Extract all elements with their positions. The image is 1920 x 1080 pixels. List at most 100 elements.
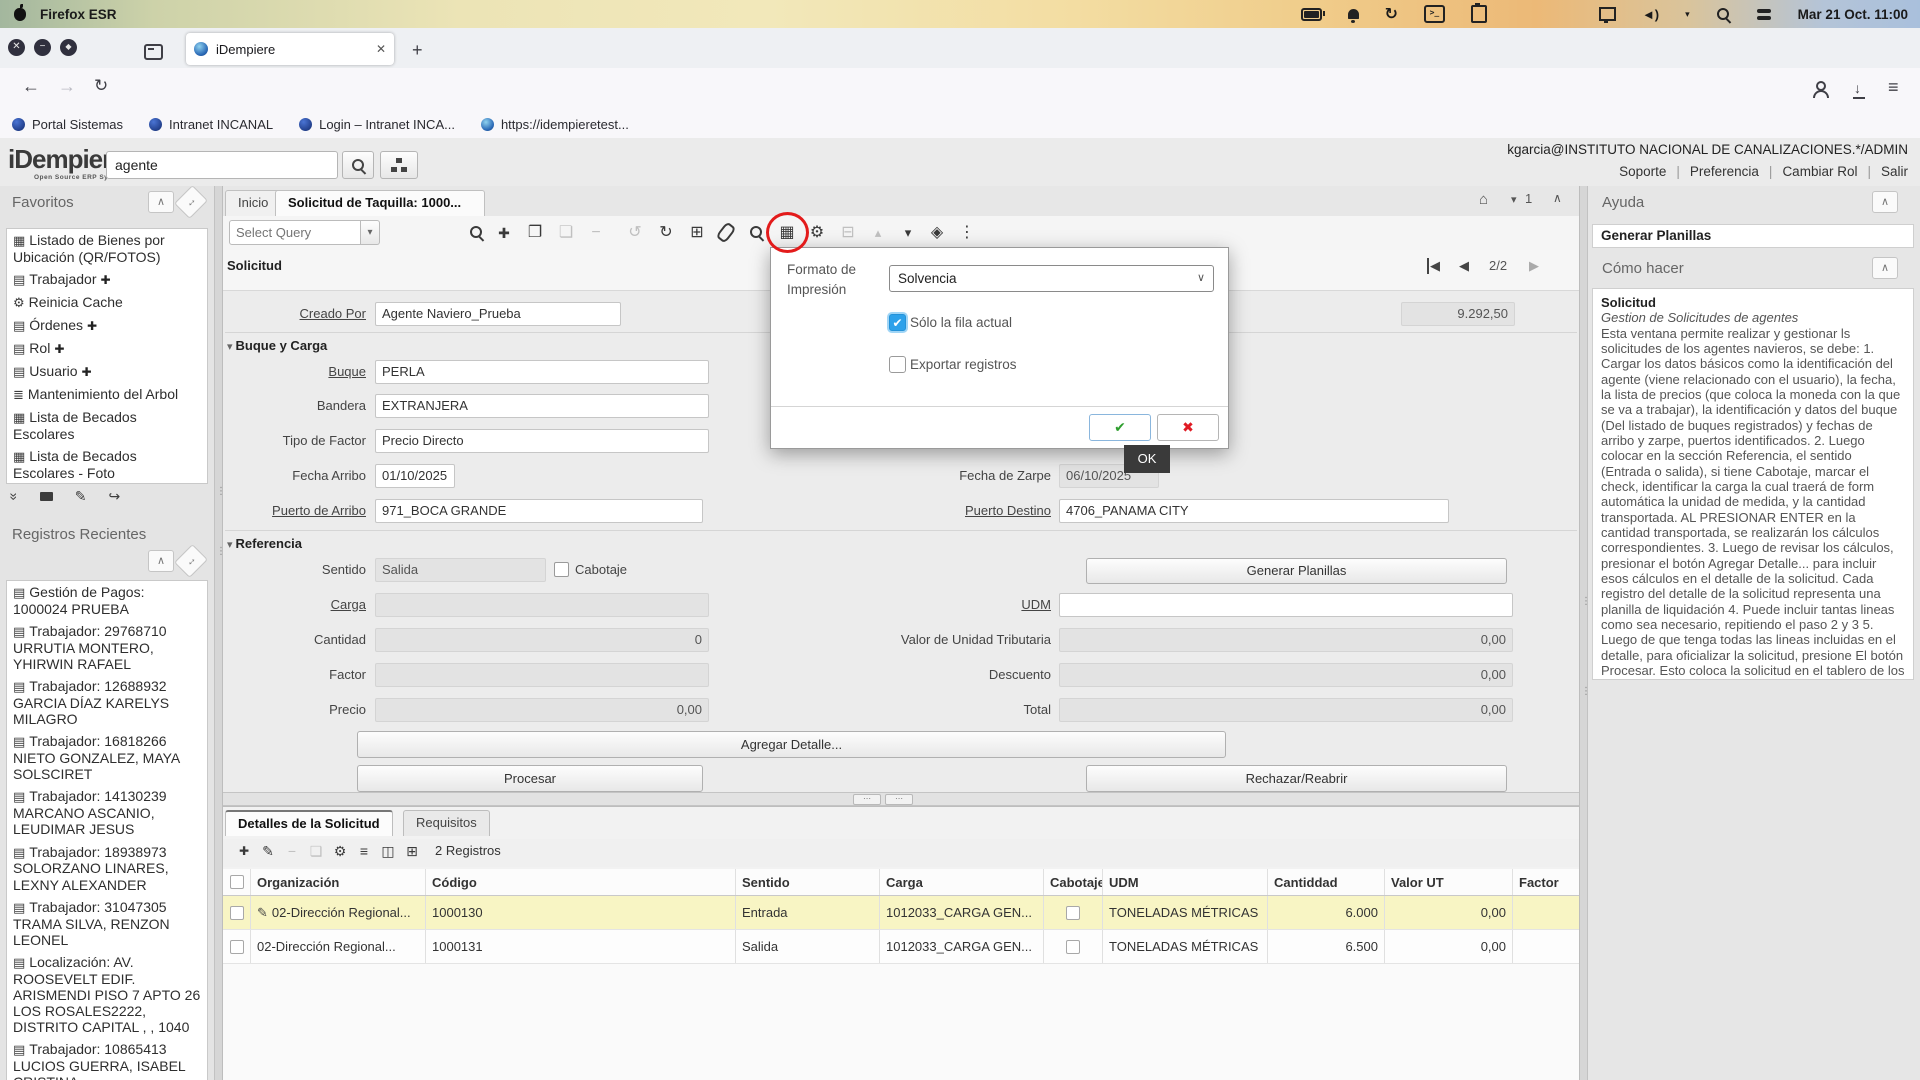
puerto-de-arribo-field[interactable]: 971_BOCA GRANDE (375, 499, 703, 523)
search-button[interactable] (342, 151, 374, 179)
battery-icon[interactable] (1301, 8, 1322, 21)
window-minimize-button[interactable]: − (34, 39, 51, 56)
previous-record-icon[interactable]: ◀ (1459, 258, 1469, 274)
next-record-icon[interactable]: ▶ (1529, 258, 1539, 274)
menu-tree-button[interactable] (380, 151, 418, 179)
add-favorite-icon[interactable]: ✚ (82, 365, 92, 379)
col-udm[interactable]: UDM (1103, 869, 1268, 895)
recent-record-item[interactable]: ▤Trabajador: 16818266 NIETO GONZALEZ, MA… (7, 730, 207, 785)
right-splitter[interactable]: ⋮ ⋮ (1580, 186, 1588, 1080)
table-row[interactable]: 02-Dirección Regional... 1000131 Salida … (223, 930, 1579, 964)
detail-record-icon[interactable]: ▾ (895, 220, 921, 246)
parent-record-icon[interactable]: ▴ (865, 220, 891, 246)
bookmark-item[interactable]: Intranet INCANAL (149, 117, 273, 132)
splitter-handle[interactable]: ⋯ (853, 794, 881, 805)
rechazar-reabrir-button[interactable]: Rechazar/Reabrir (1086, 765, 1507, 792)
ok-button[interactable]: ✔ (1089, 414, 1151, 441)
find-record-icon[interactable] (463, 220, 489, 246)
save-record-icon[interactable]: ❏ (553, 220, 579, 246)
menu-cambiar-rol[interactable]: Cambiar Rol (1782, 164, 1857, 179)
browser-tab[interactable]: iDempiere ✕ (186, 33, 394, 65)
back-button[interactable]: ← (22, 76, 40, 97)
procesar-button[interactable]: Procesar (357, 765, 703, 792)
col-sentido[interactable]: Sentido (736, 869, 880, 895)
reload-button[interactable]: ↻ (94, 76, 108, 96)
buque-label[interactable]: Buque (161, 360, 366, 384)
carga-label[interactable]: Carga (161, 593, 366, 617)
tab-detalles-de-la-solicitud[interactable]: Detalles de la Solicitud (225, 810, 393, 836)
recent-record-item[interactable]: ▤Trabajador: 14130239 MARCANO ASCANIO, L… (7, 785, 207, 840)
recent-record-item[interactable]: ▤Trabajador: 10865413 LUCIOS GUERRA, ISA… (7, 1038, 207, 1080)
col-cabotaje[interactable]: Cabotaje (1044, 869, 1103, 895)
delete-row-icon[interactable]: − (281, 839, 303, 863)
creado-por-field[interactable]: Agente Naviero_Prueba (375, 302, 621, 326)
section-buque-y-carga[interactable]: ▾Buque y Carga (227, 338, 327, 353)
share-icon[interactable]: ↪ (109, 488, 121, 505)
col-valor-ut[interactable]: Valor UT (1385, 869, 1513, 895)
first-record-icon[interactable]: ◀ (1427, 258, 1440, 274)
col-organizacion[interactable]: Organización (251, 869, 426, 895)
collapse-header-icon[interactable]: ∧ (1553, 191, 1562, 205)
tab-inicio[interactable]: Inicio (225, 190, 281, 216)
add-favorite-icon[interactable]: ✚ (87, 319, 97, 333)
select-all-checkbox[interactable] (230, 875, 244, 889)
attachment-icon[interactable] (713, 220, 739, 246)
col-codigo[interactable]: Código (426, 869, 736, 895)
spotlight-search-icon[interactable] (1716, 7, 1731, 22)
splitter-handle[interactable]: ⋯ (885, 794, 913, 805)
add-favorite-icon[interactable]: ✚ (100, 273, 110, 287)
tab-close-icon[interactable]: ✕ (376, 42, 386, 56)
display-icon[interactable] (1599, 7, 1616, 21)
notifications-icon[interactable] (1348, 9, 1359, 19)
hamburger-menu-icon[interactable]: ≡ (1888, 77, 1899, 98)
tray-caret-icon[interactable]: ▾ (1685, 9, 1690, 20)
creado-por-label[interactable]: Creado Por (161, 302, 366, 326)
col-factor[interactable]: Factor (1513, 869, 1581, 895)
section-referencia[interactable]: ▾Referencia (227, 536, 302, 551)
tab-requisitos[interactable]: Requisitos (403, 810, 490, 836)
more-options-kebab-icon[interactable]: ⋮ (954, 220, 980, 246)
col-cantidad[interactable]: Cantiddad (1268, 869, 1385, 895)
puerto-destino-label[interactable]: Puerto Destino (781, 499, 1051, 523)
favorite-item[interactable]: ▤Rol✚ (7, 337, 207, 360)
generar-planillas-button[interactable]: Generar Planillas (1086, 558, 1507, 584)
new-tab-button[interactable]: + (412, 40, 423, 61)
edit-icon[interactable]: ✎ (75, 488, 87, 505)
firefox-view-icon[interactable] (144, 44, 163, 60)
tab-solicitud-de-taquilla[interactable]: Solicitud de Taquilla: 1000... ✕ (275, 190, 485, 216)
tipo-de-factor-field[interactable]: Precio Directo (375, 429, 709, 453)
exportar-registros-checkbox[interactable] (889, 356, 906, 373)
new-record-icon[interactable]: ✚ (491, 220, 517, 246)
select-query-input[interactable] (229, 220, 361, 245)
expand-all-icon[interactable]: » (5, 493, 22, 501)
udm-label[interactable]: UDM (781, 593, 1051, 617)
select-query-dropdown-icon[interactable]: ▾ (361, 220, 380, 245)
row-checkbox[interactable] (230, 906, 244, 920)
table-row[interactable]: ✎02-Dirección Regional... 1000130 Entrad… (223, 896, 1579, 930)
favorites-collapse-button[interactable]: ∧ (148, 191, 174, 213)
puerto-destino-field[interactable]: 4706_PANAMA CITY (1059, 499, 1449, 523)
menubar-app-name[interactable]: Firefox ESR (40, 7, 117, 22)
cancel-button[interactable]: ✖ (1157, 414, 1219, 441)
favorite-item[interactable]: ▦Listado de Bienes por Ubicación (QR/FOT… (7, 229, 207, 268)
recent-record-item[interactable]: ▤Trabajador: 18938973 SOLORZANO LINARES,… (7, 841, 207, 896)
sync-icon[interactable]: ↻ (1385, 4, 1398, 24)
bookmark-item[interactable]: Portal Sistemas (12, 117, 123, 132)
favorites-expand-icon[interactable]: ↔ (174, 185, 208, 219)
horizontal-splitter[interactable]: ⋯ ⋯ (223, 792, 1579, 806)
menu-salir[interactable]: Salir (1881, 164, 1908, 179)
window-maximize-button[interactable]: ◆ (60, 39, 77, 56)
columns-view-icon[interactable]: ◫ (377, 839, 399, 863)
downloads-icon[interactable]: ↓ (1854, 80, 1861, 96)
add-row-icon[interactable]: ✚ (233, 839, 255, 863)
add-favorite-icon[interactable]: ✚ (54, 342, 64, 356)
undo-icon[interactable]: ↺ (622, 220, 648, 246)
fecha-arribo-field[interactable]: 01/10/2025 (375, 464, 455, 488)
recent-record-item[interactable]: ▤Trabajador: 31047305 TRAMA SILVA, RENZO… (7, 896, 207, 951)
home-icon[interactable]: ⌂ (1479, 191, 1488, 208)
label-tag-icon[interactable]: ◈ (924, 220, 950, 246)
global-search-input[interactable] (106, 151, 338, 179)
clock[interactable]: Mar 21 Oct. 11:00 (1798, 7, 1908, 22)
bookmark-item[interactable]: https://idempieretest... (481, 117, 629, 132)
print-format-select[interactable]: Solvencia ∨ (889, 265, 1214, 292)
